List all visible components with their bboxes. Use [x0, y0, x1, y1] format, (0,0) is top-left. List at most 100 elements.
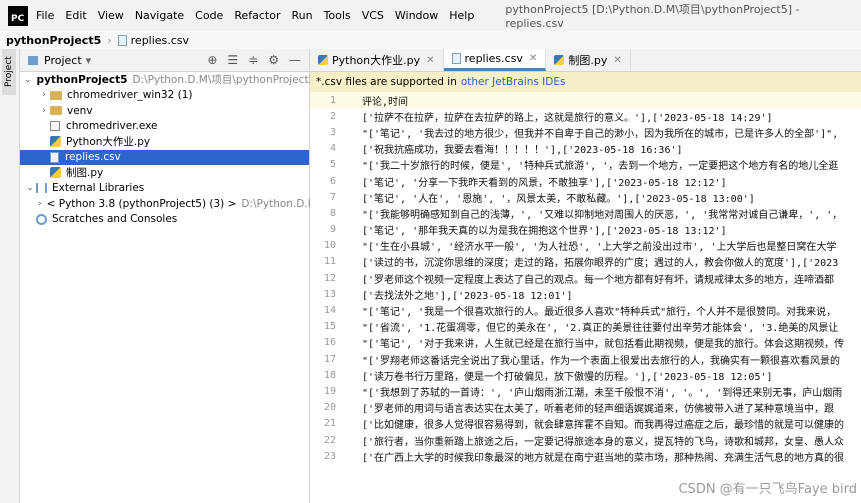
project-panel-header: Project ▾ ⊕ ☰ ≑ ⚙ —: [20, 49, 309, 72]
line-number[interactable]: 5: [310, 159, 362, 170]
python-file-icon: [50, 167, 61, 179]
line-number[interactable]: 14: [310, 305, 362, 316]
line-number[interactable]: 17: [310, 354, 362, 365]
project-tree: ⌄ pythonProject5 D:\Python.D.M\项目\pythonPr…: [20, 72, 333, 228]
line-number[interactable]: 9: [310, 224, 362, 235]
line-text: ['祝我抗癌成功，我要去看海！！！！！'],['2023-05-18 16:36…: [362, 145, 683, 157]
project-panel-title[interactable]: Project: [44, 54, 82, 67]
menu-file[interactable]: File: [36, 9, 54, 22]
tree-item-label: chromedriver.exe: [66, 120, 158, 133]
line-text: "['省流', '1.花蛋凋零，但它的美永在', '2.真正的美景往往要付出辛劳…: [362, 323, 839, 335]
line-text: "['笔记', '对于我来讲，人生就已经是在旅行当中，就包括看此期视频，便是我的…: [362, 339, 845, 351]
menu-run[interactable]: Run: [291, 9, 312, 22]
line-number[interactable]: 21: [310, 418, 362, 429]
line-number[interactable]: 18: [310, 370, 362, 381]
menu-code[interactable]: Code: [195, 9, 223, 22]
line-text: ['笔记', '那年我天真的以为是我在拥抱这个世界'],['2023-05-18…: [362, 226, 727, 238]
menu-vcs[interactable]: VCS: [362, 9, 384, 22]
code-line: 13 ['去找法外之地'],['2023-05-18 12:01']: [310, 286, 861, 302]
tree-item[interactable]: › venv: [20, 103, 309, 119]
line-text: ['读万卷书行万里路，便是一个打破偏见，放下傲慢的历程。'],['2023-05…: [362, 371, 773, 383]
line-text: ['旅行者，当你重新踏上旅途之后，一定要记得旅途本身的意义，提瓦特的飞鸟，诗歌和…: [362, 436, 845, 448]
menu-refactor[interactable]: Refactor: [234, 9, 280, 22]
code-line: 10 "['生在小县城', '经济水平一般', '为人社恐', '上大学之前没出过…: [310, 238, 861, 254]
line-number[interactable]: 4: [310, 143, 362, 154]
gear-icon[interactable]: ⚙: [268, 53, 279, 67]
tree-item[interactable]: Scratches and Consoles: [20, 212, 309, 228]
line-number[interactable]: 6: [310, 176, 362, 187]
editor-area: Python大作业.py ✕ replies.csv ✕ 制图.py ✕ *.csv fi…: [310, 49, 861, 503]
line-number[interactable]: 13: [310, 289, 362, 300]
line-text: "['生在小县城', '经济水平一般', '为人社恐', '上大学之前没出过市'…: [362, 242, 837, 254]
collapse-all-icon[interactable]: ≑: [248, 53, 258, 67]
editor-tab[interactable]: Python大作业.py ✕: [310, 49, 444, 71]
code-line: 12 ['罗老师这个视频一定程度上表达了自己的观点。每一个地方都有好有坏，请规戒律…: [310, 270, 861, 286]
line-number[interactable]: 16: [310, 337, 362, 348]
tree-item[interactable]: ⌄ pythonProject5 D:\Python.D.M\项目\pythonPr…: [20, 72, 315, 88]
line-text: ['比如健康，很多人觉得很容易得到，就会肆意挥霍不自知。而我再得过癌症之后，最珍…: [362, 420, 845, 432]
line-text: ['罗老师的用词与语言表达实在太美了，听着老师的轻声细语娓娓道来，仿佛被带入进了…: [362, 404, 835, 416]
tree-item[interactable]: replies.csv: [20, 149, 309, 165]
line-number[interactable]: 10: [310, 240, 362, 251]
line-number[interactable]: 23: [310, 451, 362, 462]
breadcrumb-file[interactable]: replies.csv: [131, 34, 189, 47]
breadcrumb-project[interactable]: pythonProject5: [6, 34, 101, 47]
banner-text: *.csv files are supported in: [316, 76, 457, 88]
line-number[interactable]: 22: [310, 435, 362, 446]
tree-item[interactable]: ⌄ External Libraries: [20, 181, 309, 197]
line-number[interactable]: 19: [310, 386, 362, 397]
folder-icon: [28, 55, 38, 65]
menu-bar: PC File Edit View Navigate Code Refactor…: [0, 0, 861, 31]
exe-file-icon: [50, 121, 60, 132]
menu-edit[interactable]: Edit: [65, 9, 86, 22]
tree-item[interactable]: › chromedriver_win32 (1): [20, 88, 309, 104]
tree-item-label: replies.csv: [65, 151, 121, 164]
python-file-icon: [318, 55, 328, 65]
banner-link[interactable]: other JetBrains IDEs: [461, 76, 566, 88]
editor-tab[interactable]: replies.csv ✕: [443, 49, 547, 71]
line-number[interactable]: 11: [310, 256, 362, 267]
menu-tools[interactable]: Tools: [324, 9, 351, 22]
editor-tab[interactable]: 制图.py ✕: [546, 49, 631, 71]
chevron-down-icon[interactable]: ▾: [86, 54, 92, 67]
menu-navigate[interactable]: Navigate: [135, 9, 184, 22]
close-icon[interactable]: ✕: [613, 55, 621, 66]
code-line: 11 ['读过的书，沉淀你思维的深度；走过的路，拓展你眼界的广度；遇过的人，教会你…: [310, 254, 861, 270]
line-number[interactable]: 12: [310, 273, 362, 284]
line-number[interactable]: 7: [310, 192, 362, 203]
close-icon[interactable]: ✕: [426, 55, 434, 66]
tree-item[interactable]: Python大作业.py: [20, 134, 309, 150]
tree-item-label: pythonProject5: [36, 73, 128, 86]
breadcrumb: pythonProject5 › replies.csv: [0, 31, 861, 50]
menu-help[interactable]: Help: [449, 9, 474, 22]
chevron-right-icon[interactable]: ›: [38, 199, 42, 209]
code-line: 4 ['祝我抗癌成功，我要去看海！！！！！'],['2023-05-18 16:3…: [310, 141, 861, 157]
chevron-right-icon[interactable]: ›: [38, 90, 50, 100]
line-number[interactable]: 1: [310, 95, 362, 106]
project-tool-tab[interactable]: Project: [2, 49, 16, 95]
code-line: 20 ['罗老师的用词与语言表达实在太美了，听着老师的轻声细语娓娓道来，仿佛被带入…: [310, 400, 861, 416]
tree-item[interactable]: 制图.py: [20, 165, 309, 181]
close-icon[interactable]: ✕: [529, 53, 537, 64]
project-panel: Project ▾ ⊕ ☰ ≑ ⚙ — ⌄ pythonProject5 D:\Py…: [20, 49, 333, 503]
menu-window[interactable]: Window: [395, 9, 438, 22]
hide-icon[interactable]: —: [289, 53, 301, 67]
line-number[interactable]: 3: [310, 127, 362, 138]
locate-icon[interactable]: ⊕: [207, 53, 217, 67]
tree-item[interactable]: › < Python 3.8 (pythonProject5) (3) > D:\P…: [20, 196, 333, 212]
chevron-right-icon: ›: [107, 33, 112, 47]
tree-item[interactable]: chromedriver.exe: [20, 119, 309, 135]
menu-view[interactable]: View: [98, 9, 124, 22]
code-line: 21 ['比如健康，很多人觉得很容易得到，就会肆意挥霍不自知。而我再得过癌症之后，…: [310, 416, 861, 432]
line-number[interactable]: 2: [310, 111, 362, 122]
chevron-down-icon[interactable]: ⌄: [24, 75, 32, 85]
expand-all-icon[interactable]: ☰: [227, 53, 238, 67]
code-view[interactable]: 1 评论,时间 2 ['拉萨不在拉萨，拉萨在去拉萨的路上，这就是旅行的意义。'],['…: [310, 92, 861, 503]
chevron-down-icon[interactable]: ⌄: [24, 183, 36, 193]
line-number[interactable]: 15: [310, 321, 362, 332]
line-number[interactable]: 20: [310, 402, 362, 413]
chevron-right-icon[interactable]: ›: [38, 106, 50, 116]
line-number[interactable]: 8: [310, 208, 362, 219]
library-icon: [36, 183, 47, 194]
line-text: ['读过的书，沉淀你思维的深度；走过的路，拓展你眼界的广度；遇过的人，教会你做人…: [362, 258, 839, 270]
